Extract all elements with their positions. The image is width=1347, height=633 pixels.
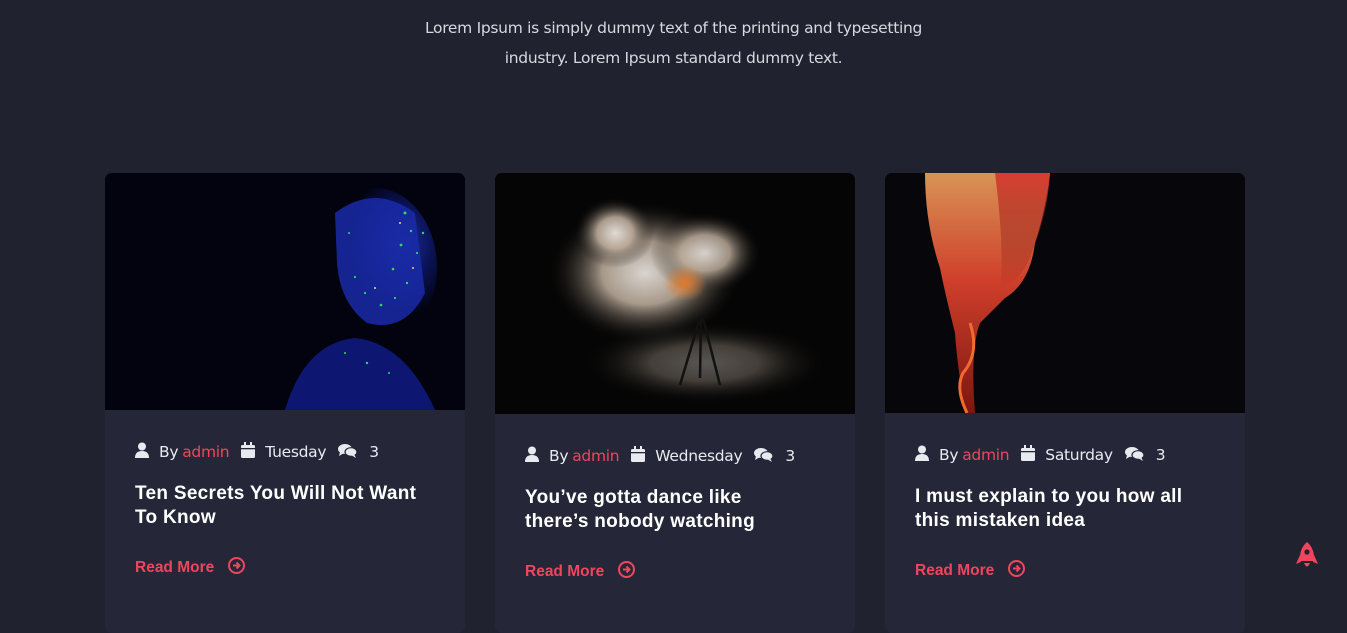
user-icon [135, 442, 149, 462]
blog-card: By admin Saturday 3 I must explain to yo… [885, 173, 1245, 633]
calendar-icon [241, 442, 256, 462]
rocket-icon[interactable] [1296, 542, 1318, 574]
read-more-label[interactable]: Read More [135, 559, 214, 577]
comments-icon [754, 447, 774, 466]
read-more-label[interactable]: Read More [915, 562, 994, 580]
post-comment-count: 3 [369, 443, 379, 461]
read-more-link[interactable]: Read More [915, 560, 1215, 582]
blog-card: By admin Tuesday 3 Ten Secrets You Will … [105, 173, 465, 633]
post-image-glitter-face[interactable] [105, 173, 465, 410]
post-comment-count: 3 [1155, 446, 1166, 464]
post-date: Tuesday [265, 443, 327, 461]
post-meta: By admin Saturday 3 [915, 445, 1215, 465]
post-date: Wednesday [655, 447, 743, 465]
post-title-line-1[interactable]: Ten Secrets You Will Not Want [135, 483, 416, 504]
read-more-label[interactable]: Read More [525, 563, 604, 581]
post-title-line-2[interactable]: there’s nobody watching [525, 511, 755, 532]
post-by-label: By [549, 447, 569, 465]
comments-icon [1124, 446, 1145, 465]
post-title-line-1[interactable]: I must explain to you how all [915, 486, 1182, 507]
blog-card: By admin Wednesday 3 You’ve gotta dance … [495, 173, 855, 633]
post-author-link[interactable]: admin [572, 447, 619, 465]
user-icon [525, 446, 539, 466]
post-image-smoke-explosion[interactable] [495, 173, 855, 414]
post-title[interactable]: Ten Secrets You Will Not Want To Know [135, 482, 435, 530]
post-title[interactable]: You’ve gotta dance like there’s nobody w… [525, 486, 825, 534]
read-more-link[interactable]: Read More [525, 561, 825, 583]
post-author-link[interactable]: admin [182, 443, 229, 461]
section-intro: Lorem Ipsum is simply dummy text of the … [0, 13, 1347, 73]
post-date: Saturday [1045, 446, 1113, 464]
intro-line-1: Lorem Ipsum is simply dummy text of the … [424, 19, 923, 37]
post-title[interactable]: I must explain to you how all this mista… [915, 485, 1215, 533]
post-title-line-2[interactable]: this mistaken idea [915, 510, 1085, 531]
comments-icon [338, 443, 358, 462]
post-author-link[interactable]: admin [962, 446, 1009, 464]
post-title-line-2[interactable]: To Know [135, 507, 216, 528]
post-by-label: By [939, 446, 959, 464]
user-icon [915, 445, 929, 465]
calendar-icon [631, 446, 646, 466]
arrow-circle-right-icon[interactable] [228, 557, 246, 579]
arrow-circle-right-icon[interactable] [618, 561, 636, 583]
arrow-circle-right-icon[interactable] [1008, 560, 1026, 582]
intro-line-2: industry. Lorem Ipsum standard dummy tex… [504, 49, 843, 67]
post-meta: By admin Wednesday 3 [525, 446, 825, 466]
post-comment-count: 3 [785, 447, 795, 465]
calendar-icon [1021, 445, 1036, 465]
post-by-label: By [159, 443, 179, 461]
post-image-red-smoke[interactable] [885, 173, 1245, 413]
post-meta: By admin Tuesday 3 [135, 442, 435, 462]
read-more-link[interactable]: Read More [135, 557, 435, 579]
post-title-line-1[interactable]: You’ve gotta dance like [525, 487, 742, 508]
